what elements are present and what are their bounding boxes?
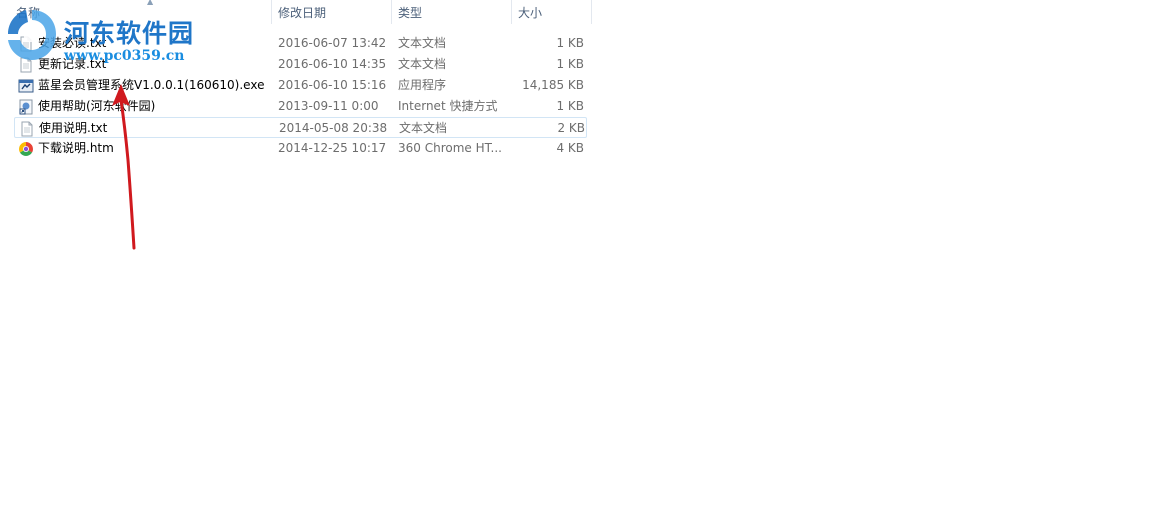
- file-type: 文本文档: [399, 121, 448, 135]
- application-icon: [17, 75, 35, 96]
- file-name: 使用说明.txt: [39, 121, 108, 135]
- file-row[interactable]: 蓝星会员管理系统V1.0.0.1(160610).exe 2016-06-10 …: [14, 75, 587, 96]
- file-explorer-view: 名称 ▲ 修改日期 类型 大小 安装必读.txt 2016-06-07 13:4…: [0, 0, 1165, 516]
- file-date: 2016-06-10 14:35: [278, 57, 387, 71]
- file-date: 2014-05-08 20:38: [279, 121, 388, 135]
- file-date: 2013-09-11 0:00: [278, 99, 379, 113]
- file-date: 2016-06-07 13:42: [278, 36, 387, 50]
- file-type: 文本文档: [398, 57, 447, 71]
- file-size: 1 KB: [556, 36, 584, 50]
- watermark-logo-icon: [8, 10, 56, 60]
- file-row[interactable]: 使用帮助(河东软件园) 2013-09-11 0:00 Internet 快捷方…: [14, 96, 587, 117]
- internet-shortcut-icon: [17, 96, 35, 117]
- file-size: 1 KB: [556, 99, 584, 113]
- text-file-icon: [18, 118, 36, 139]
- file-type: 应用程序: [398, 78, 447, 92]
- file-type: Internet 快捷方式: [398, 99, 498, 113]
- file-row[interactable]: 下载说明.htm 2014-12-25 10:17 360 Chrome HT.…: [14, 138, 587, 159]
- file-size: 14,185 KB: [522, 78, 584, 92]
- watermark-url: www.pc0359.cn: [64, 48, 185, 64]
- file-name: 蓝星会员管理系统V1.0.0.1(160610).exe: [38, 78, 265, 92]
- file-type: 文本文档: [398, 36, 447, 50]
- chrome-html-icon: [17, 138, 35, 159]
- file-type: 360 Chrome HT...: [398, 141, 502, 155]
- watermark-title: 河东软件园: [64, 19, 195, 48]
- file-row-selected[interactable]: 使用说明.txt 2014-05-08 20:38 文本文档 2 KB: [14, 117, 587, 138]
- site-watermark: 河东软件园 www.pc0359.cn: [2, 6, 212, 66]
- file-name: 下载说明.htm: [38, 141, 114, 155]
- file-date: 2014-12-25 10:17: [278, 141, 387, 155]
- file-date: 2016-06-10 15:16: [278, 78, 387, 92]
- file-size: 4 KB: [556, 141, 584, 155]
- file-name: 使用帮助(河东软件园): [38, 99, 156, 113]
- file-size: 1 KB: [556, 57, 584, 71]
- file-size: 2 KB: [557, 121, 585, 135]
